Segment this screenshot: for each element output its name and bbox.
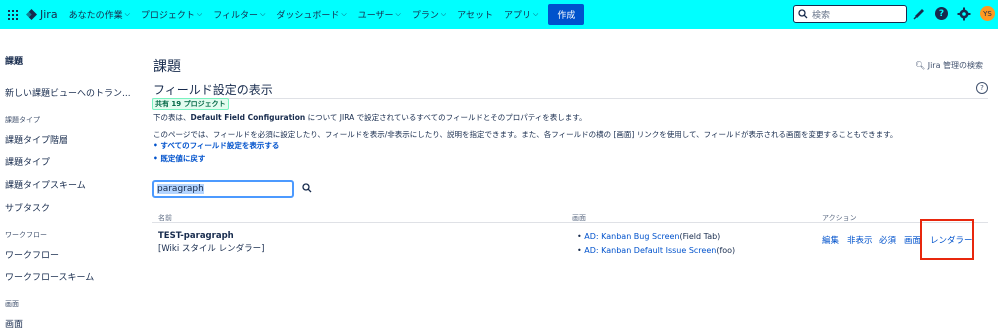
field-name: TEST-paragraph [158,231,234,241]
avatar[interactable]: YS [980,6,995,21]
screen-link[interactable]: AD: Kanban Default Issue Screen [584,246,716,255]
search-icon: 🔍︎ [915,61,926,70]
sidebar-item-new-issue-view[interactable]: 新しい課題ビューへのトラン... [5,86,131,99]
table-divider [152,222,988,223]
view-all-field-configs-link[interactable]: • すべてのフィールド設定を表示する [153,140,279,151]
chevron-down-icon: ⌵ [124,10,130,18]
chevron-down-icon: ⌵ [395,10,401,18]
admin-search-link[interactable]: 🔍︎ Jira 管理の検索 [915,60,983,71]
jira-icon [26,9,37,20]
nav-assets[interactable]: アセット [457,8,493,21]
divider [152,98,988,99]
search-icon[interactable] [302,183,312,193]
sidebar-item-issue-types[interactable]: 課題タイプ [5,155,50,168]
sidebar-heading-screens: 画面 [5,300,19,308]
global-search-input[interactable]: 検索 [793,5,907,23]
create-button[interactable]: 作成 [548,4,585,25]
shared-projects-badge[interactable]: 共有 19 プロジェクト [152,98,229,110]
nav-your-work[interactable]: あなたの作業 ⌵ [69,8,130,21]
chevron-down-icon: ⌵ [341,10,347,18]
sidebar-heading-workflows: ワークフロー [5,231,47,239]
sidebar-item-workflows[interactable]: ワークフロー [5,248,59,261]
sidebar-item-workflow-schemes[interactable]: ワークフロースキーム [5,270,94,283]
admin-sidebar: 課題 新しい課題ビューへのトラン... 課題タイプ 課題タイプ階層 課題タイプ … [0,29,132,330]
nav-filters[interactable]: フィルター ⌵ [213,8,265,21]
search-placeholder: 検索 [812,10,831,21]
action-hide-link[interactable]: 非表示 [847,234,873,246]
restore-defaults-link[interactable]: • 既定値に戻す [153,153,205,164]
field-filter-input[interactable]: paragraph [152,180,294,198]
screen-list-item: • AD: Kanban Bug Screen(Field Tab) [577,232,721,241]
sidebar-heading-issue-types: 課題タイプ [5,116,40,124]
page-title: 課題 [153,59,181,75]
chevron-down-icon: ⌵ [196,10,203,18]
product-name: Jira [40,8,58,21]
action-edit-link[interactable]: 編集 [822,234,839,246]
nav-apps[interactable]: アプリ ⌵ [504,8,538,21]
notifications-icon[interactable] [913,7,926,20]
sidebar-item-issue-type-schemes[interactable]: 課題タイプスキーム [5,178,86,191]
screen-list-item: • AD: Kanban Default Issue Screen(foo) [577,246,736,255]
sidebar-item-issue-type-hierarchy[interactable]: 課題タイプ階層 [5,133,68,146]
highlight-annotation-box [920,219,974,260]
action-required-link[interactable]: 必須 [879,234,896,246]
chevron-down-icon: ⌵ [533,10,539,18]
nav-dashboards[interactable]: ダッシュボード ⌵ [276,8,346,21]
field-renderer-type: [Wiki スタイル レンダラー] [158,244,265,254]
sidebar-item-screens[interactable]: 画面 [5,317,23,330]
sidebar-title: 課題 [5,57,24,67]
section-title: フィールド設定の表示 [153,83,273,97]
action-screens-link[interactable]: 画面 [904,234,921,246]
gear-icon[interactable] [957,7,971,21]
help-icon[interactable]: ? [935,7,948,20]
chevron-down-icon: ⌵ [260,10,266,18]
sidebar-item-subtasks[interactable]: サブタスク [5,201,50,214]
app-switcher-icon[interactable] [8,9,18,20]
nav-plans[interactable]: プラン ⌵ [412,8,446,21]
jira-logo[interactable]: Jira [26,8,58,21]
nav-users[interactable]: ユーザー ⌵ [358,8,401,21]
nav-projects[interactable]: プロジェクト ⌵ [141,8,202,21]
help-icon[interactable]: ? [976,82,988,94]
screen-link[interactable]: AD: Kanban Bug Screen [584,232,679,241]
description-line-2: このページでは、フィールドを必須に設定したり、フィールドを表示/非表示にしたり、… [153,130,898,139]
search-icon [798,9,808,19]
description-line-1: 下の表は、Default Field Configuration について JI… [153,113,587,122]
chevron-down-icon: ⌵ [440,10,447,18]
